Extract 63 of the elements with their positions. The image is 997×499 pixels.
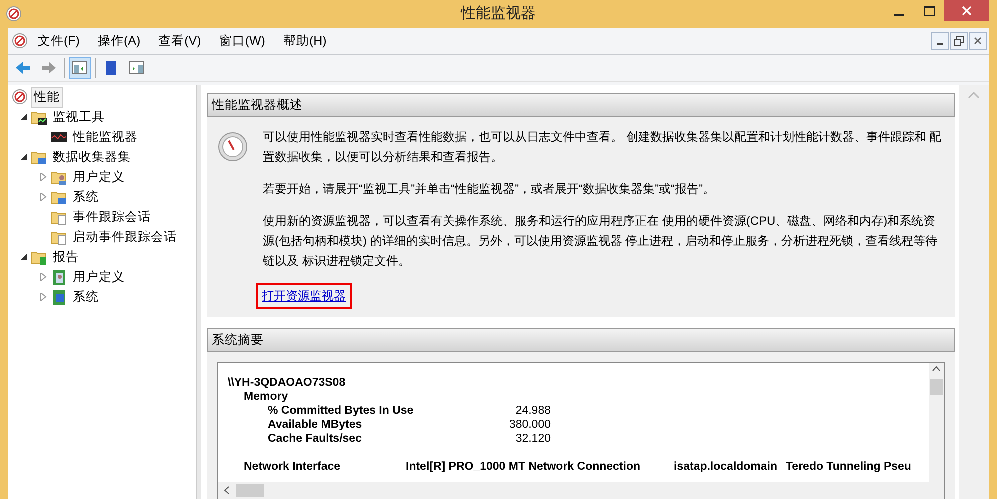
vertical-scrollbar[interactable] xyxy=(959,85,989,499)
description-text: 可以使用性能监视器实时查看性能数据，也可以从日志文件中查看。 创建数据收集器集以配置和计划性能计数器、事件跟踪和 配置数据收集，以便可以分析结果和查看报告。 xyxy=(263,129,943,166)
counter-value: 32.120 xyxy=(514,433,551,447)
counter-name: Cache Faults/sec xyxy=(268,433,363,447)
restore-icon xyxy=(954,36,964,46)
object-name: Memory xyxy=(244,391,288,405)
expanded-arrow-icon[interactable] xyxy=(20,253,28,261)
tree-item[interactable]: 事件跟踪会话 xyxy=(70,206,154,228)
scroll-left-icon[interactable] xyxy=(224,486,230,495)
tree-item[interactable]: 系统 xyxy=(70,286,102,308)
close-button[interactable] xyxy=(944,0,989,21)
restore-button[interactable] xyxy=(950,32,968,50)
open-resource-monitor-link[interactable]: 打开资源监视器 xyxy=(262,289,346,303)
tree-item[interactable]: 数据收集器集 xyxy=(50,146,134,168)
user-report-icon xyxy=(51,269,67,285)
counter-name: % Committed Bytes In Use xyxy=(268,405,415,419)
collapsed-arrow-icon[interactable] xyxy=(40,293,48,301)
collapsed-arrow-icon[interactable] xyxy=(40,273,48,281)
close-icon xyxy=(962,6,972,16)
tree-item[interactable]: 系统 xyxy=(70,186,102,208)
tree-item[interactable]: 用户定义 xyxy=(70,266,128,288)
instance-heading: isatap.localdomain xyxy=(674,461,779,475)
horizontal-scrollbar[interactable] xyxy=(218,482,944,499)
instance-heading: Intel[R] PRO_1000 MT Network Connection xyxy=(406,461,642,475)
close-icon xyxy=(974,37,982,45)
menu-item[interactable]: 窗口(W) xyxy=(211,30,274,52)
counter-value: 24.988 xyxy=(514,405,551,419)
minimize-icon xyxy=(937,43,943,45)
section-header: 系统摘要 xyxy=(207,328,955,352)
object-name: Network Interface xyxy=(244,461,342,475)
tree-item[interactable]: 报告 xyxy=(50,246,82,268)
computer-name: \\YH-3QDAOAO73S08 xyxy=(228,377,346,391)
app-icon xyxy=(6,6,22,22)
menu-item[interactable]: 文件(F) xyxy=(30,30,88,52)
vertical-scrollbar[interactable] xyxy=(929,363,944,482)
line-chart-icon xyxy=(51,129,67,145)
tree-item[interactable]: 启动事件跟踪会话 xyxy=(70,226,180,248)
collapsed-arrow-icon[interactable] xyxy=(40,173,48,181)
collapsed-arrow-icon[interactable] xyxy=(40,193,48,201)
scroll-thumb[interactable] xyxy=(930,379,943,395)
tree-item[interactable]: 性能 xyxy=(31,86,63,108)
tree-item[interactable]: 用户定义 xyxy=(70,166,128,188)
counter-value: 380.000 xyxy=(508,419,551,433)
counter-name: Available MBytes xyxy=(268,419,364,433)
tree-item[interactable]: 性能监视器 xyxy=(70,126,141,148)
menu-item[interactable]: 查看(V) xyxy=(150,30,210,52)
tree-panel-icon[interactable] xyxy=(69,57,91,79)
expanded-arrow-icon[interactable] xyxy=(20,113,28,121)
computer-report-icon xyxy=(51,289,67,305)
scroll-thumb[interactable] xyxy=(236,484,264,497)
instance-heading: Teredo Tunneling Pseu xyxy=(786,461,912,475)
section-header: 性能监视器概述 xyxy=(207,93,955,117)
minimize-icon xyxy=(894,14,904,16)
tree-item[interactable]: 监视工具 xyxy=(50,106,108,128)
minimize-button[interactable] xyxy=(931,32,949,50)
maximize-icon xyxy=(924,6,934,16)
window-title: 性能监视器 xyxy=(461,4,536,24)
expanded-arrow-icon[interactable] xyxy=(20,153,28,161)
close-button[interactable] xyxy=(969,32,987,50)
menu-item[interactable]: 帮助(H) xyxy=(275,30,335,52)
description-text: 若要开始，请展开“监视工具”并单击“性能监视器”，或者展开“数据收集器集”或“报告”。 xyxy=(263,181,716,198)
menu-item[interactable]: 操作(A) xyxy=(90,30,149,52)
description-text: 使用新的资源监视器，可以查看有关操作系统、服务和运行的应用程序正在 使用的硬件资源(CPU、磁盘、网络和内存)和系统资源(包括句柄和模块) 的详细的实时信息。另外，可以使用资源监视器 停止进程，启动和停止服务，分析进程死锁，查看线程等待链以及 标识进程锁定文件。 xyxy=(263,213,939,270)
